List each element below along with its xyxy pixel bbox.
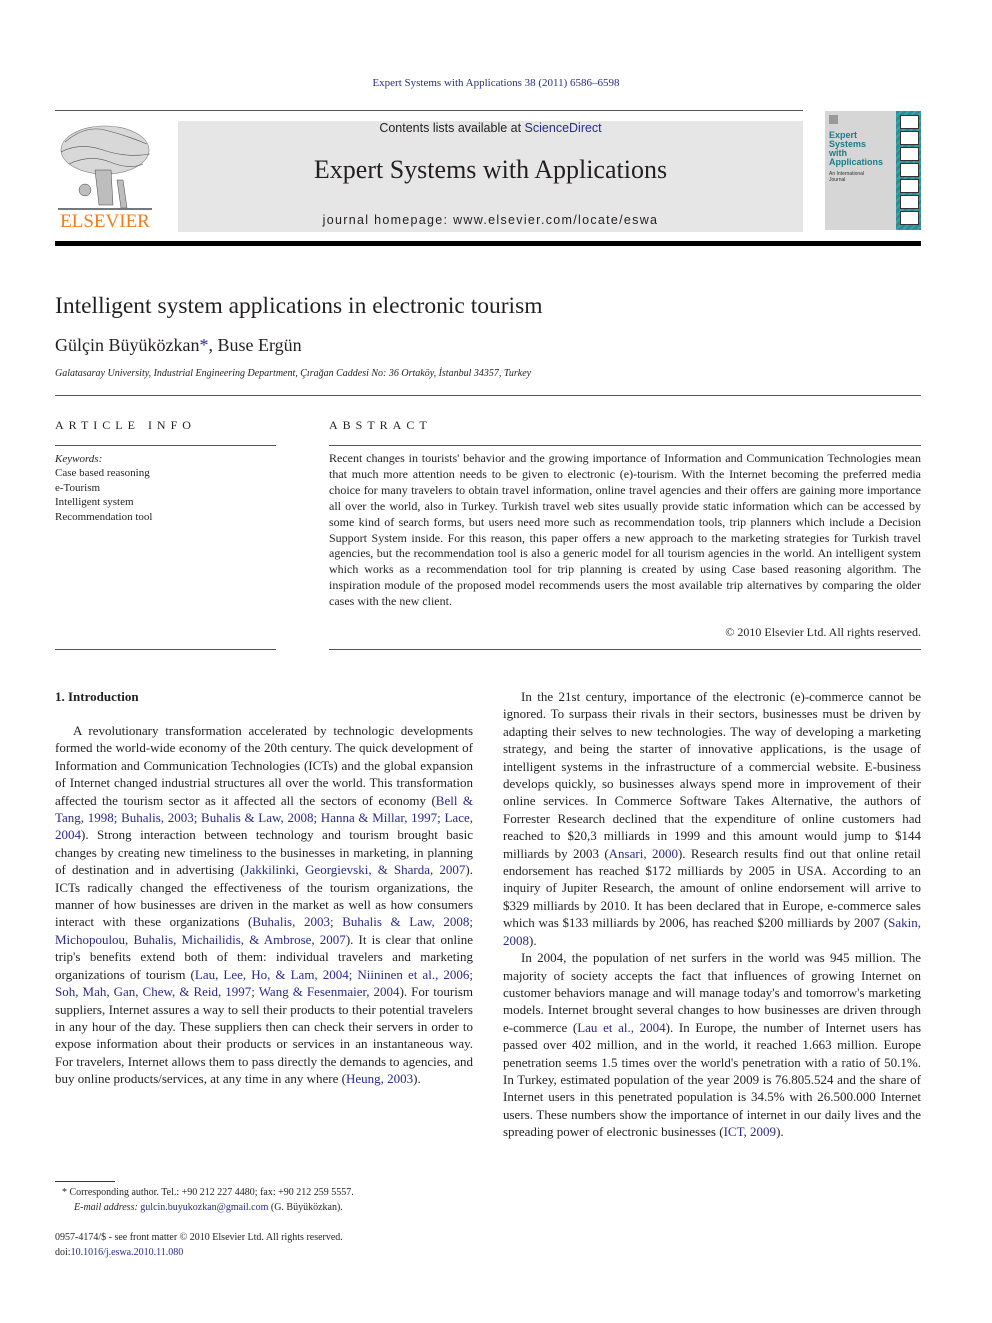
cover-logo-icon xyxy=(829,115,838,124)
cover-icon xyxy=(900,195,919,209)
running-head[interactable]: Expert Systems with Applications 38 (201… xyxy=(0,77,992,89)
divider xyxy=(329,649,921,650)
divider xyxy=(55,649,276,650)
cover-icon xyxy=(900,147,919,161)
issn-line: 0957-4174/$ - see front matter © 2010 El… xyxy=(55,1232,343,1243)
keyword: e-Tourism xyxy=(55,481,101,494)
cover-title: Expert Systems with Applications xyxy=(829,130,884,167)
paragraph-text: ). xyxy=(413,1071,421,1087)
keyword: Intelligent system xyxy=(55,496,134,509)
citation-link[interactable]: Lau et al., 2004 xyxy=(577,1020,665,1035)
footnote: * Corresponding author. Tel.: +90 212 22… xyxy=(55,1186,485,1215)
footnote-rule xyxy=(55,1181,115,1182)
journal-cover-thumbnail[interactable]: Expert Systems with Applications An Inte… xyxy=(825,111,921,230)
abstract-heading: ABSTRACT xyxy=(329,418,432,432)
body-column-left: A revolutionary transformation accelerat… xyxy=(55,722,473,1088)
keyword: Case based reasoning xyxy=(55,467,150,480)
author-name[interactable]: Gülçin Büyüközkan xyxy=(55,335,199,355)
article-info-heading: ARTICLE INFO xyxy=(55,418,196,432)
journal-title: Expert Systems with Applications xyxy=(313,155,668,184)
author-list: Gülçin Büyüközkan*, Buse Ergün xyxy=(55,335,302,355)
abstract-text: Recent changes in tourists' behavior and… xyxy=(329,451,921,609)
author-name[interactable]: Buse Ergün xyxy=(217,335,301,355)
cover-icon xyxy=(900,163,919,177)
elsevier-wordmark[interactable]: ELSEVIER xyxy=(55,211,155,233)
abstract-copyright: © 2010 Elsevier Ltd. All rights reserved… xyxy=(725,625,921,639)
paragraph-text: In the 21st century, importance of the e… xyxy=(503,689,921,861)
contents-prefix: Contents lists available at xyxy=(379,121,525,135)
cover-icon xyxy=(900,131,919,145)
keywords-list: Keywords: Case based reasoning e-Tourism… xyxy=(55,452,276,524)
cover-icon xyxy=(900,115,919,129)
masthead-rule xyxy=(55,241,921,246)
citation-link[interactable]: Ansari, 2000 xyxy=(609,846,678,861)
sciencedirect-link[interactable]: ScienceDirect xyxy=(525,121,602,135)
footnote-marker: * xyxy=(62,1187,67,1198)
paragraph-text: ). In Europe, the number of Internet use… xyxy=(503,1019,921,1140)
citation-link[interactable]: Jakkilinki, Georgievski, & Sharda, 2007 xyxy=(244,862,465,877)
keywords-label: Keywords: xyxy=(55,453,103,465)
paragraph-text: ). xyxy=(529,932,537,948)
corresponding-author-contact: Corresponding author. Tel.: +90 212 227 … xyxy=(67,1187,354,1198)
doi-link[interactable]: 10.1016/j.eswa.2010.11.080 xyxy=(71,1247,184,1258)
paragraph: In the 21st century, importance of the e… xyxy=(503,688,921,949)
keyword: Recommendation tool xyxy=(55,510,153,523)
divider xyxy=(329,445,921,446)
divider xyxy=(55,395,921,396)
front-matter: 0957-4174/$ - see front matter © 2010 El… xyxy=(55,1231,485,1260)
cover-icon xyxy=(900,179,919,193)
contents-line: Contents lists available at ScienceDirec… xyxy=(178,121,803,135)
paragraph: In 2004, the population of net surfers i… xyxy=(503,949,921,1140)
email-link[interactable]: gulcin.buyukozkan@gmail.com xyxy=(140,1202,268,1213)
section-heading-introduction: 1. Introduction xyxy=(55,689,139,704)
divider xyxy=(55,445,276,446)
paragraph-text: ). xyxy=(776,1124,784,1140)
journal-homepage-link[interactable]: journal homepage: www.elsevier.com/locat… xyxy=(178,213,803,227)
cover-subtitle: An International Journal xyxy=(829,171,865,183)
paragraph-text: A revolutionary transformation accelerat… xyxy=(55,723,473,808)
citation-link[interactable]: Heung, 2003 xyxy=(346,1071,413,1086)
article-title: Intelligent system applications in elect… xyxy=(55,293,543,319)
divider xyxy=(55,110,803,111)
cover-icon xyxy=(900,211,919,225)
body-column-right: In the 21st century, importance of the e… xyxy=(503,688,921,1141)
paragraph: A revolutionary transformation accelerat… xyxy=(55,722,473,1088)
affiliation: Galatasaray University, Industrial Engin… xyxy=(55,368,532,379)
email-label: E-mail address: xyxy=(74,1201,138,1213)
citation-link[interactable]: ICT, 2009 xyxy=(724,1124,776,1139)
